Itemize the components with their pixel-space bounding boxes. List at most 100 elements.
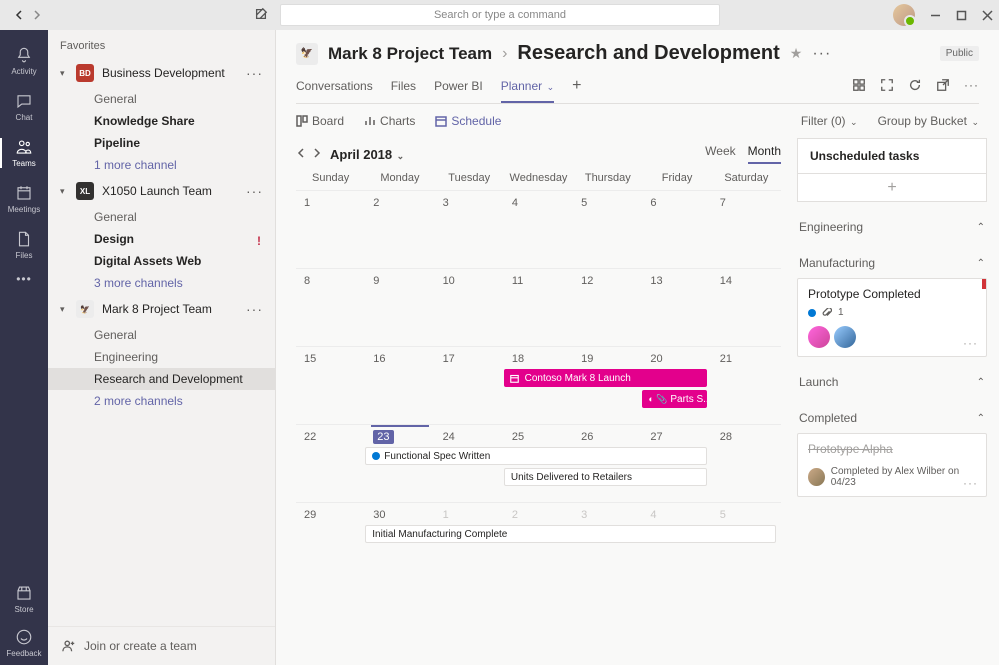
channel-item[interactable]: General xyxy=(48,206,275,228)
day-header: Saturday xyxy=(712,172,781,184)
cal-next-button[interactable] xyxy=(312,145,322,163)
team-row[interactable]: ▾ BD Business Development ··· xyxy=(48,58,275,88)
team-menu-button[interactable]: ··· xyxy=(246,69,263,77)
channel-item[interactable]: General xyxy=(48,88,275,110)
calendar-cell[interactable]: 29 xyxy=(296,503,365,580)
channel-item[interactable]: Pipeline xyxy=(48,132,275,154)
breadcrumb-team[interactable]: Mark 8 Project Team xyxy=(328,44,492,64)
attachment-count: 1 xyxy=(838,307,844,318)
unscheduled-header: Unscheduled tasks xyxy=(797,138,987,174)
rail-more-button[interactable]: ••• xyxy=(16,272,32,286)
add-tab-button[interactable]: + xyxy=(572,77,581,103)
channel-menu-button[interactable]: ··· xyxy=(812,45,831,63)
calendar-cell[interactable]: 10 xyxy=(435,269,504,346)
calendar-cell[interactable]: 15 xyxy=(296,347,365,424)
rail-teams[interactable]: Teams xyxy=(0,130,48,176)
expand-icon[interactable] xyxy=(880,78,894,95)
tab-files[interactable]: Files xyxy=(391,79,416,101)
calendar-cell[interactable]: 5 xyxy=(573,191,642,268)
event-bar[interactable]: Initial Manufacturing Complete xyxy=(365,525,776,543)
window-minimize-button[interactable] xyxy=(929,9,941,21)
channel-item[interactable]: Knowledge Share xyxy=(48,110,275,132)
cal-prev-button[interactable] xyxy=(296,145,306,163)
nav-back-button[interactable] xyxy=(12,8,26,22)
user-avatar[interactable] xyxy=(893,4,915,26)
view-board-button[interactable]: Board xyxy=(296,114,344,128)
compose-icon[interactable] xyxy=(254,7,268,26)
channel-item[interactable]: 1 more channel xyxy=(48,154,275,176)
team-menu-button[interactable]: ··· xyxy=(246,187,263,195)
nav-forward-button[interactable] xyxy=(30,8,44,22)
view-charts-button[interactable]: Charts xyxy=(364,114,415,128)
calendar-cell[interactable]: 22 xyxy=(296,425,365,502)
calendar-cell[interactable]: 13 xyxy=(642,269,711,346)
popout-icon[interactable] xyxy=(936,78,950,95)
calendar-cell[interactable]: 7 xyxy=(712,191,781,268)
favorite-star-icon[interactable]: ★ xyxy=(790,45,803,62)
channel-item[interactable]: Digital Assets Web xyxy=(48,250,275,272)
range-week-button[interactable]: Week xyxy=(705,144,735,164)
calendar-cell[interactable]: 4 xyxy=(504,191,573,268)
day-header: Sunday xyxy=(296,172,365,184)
calendar-cell[interactable]: 11 xyxy=(504,269,573,346)
calendar-cell[interactable]: 12 xyxy=(573,269,642,346)
cal-month-picker[interactable]: April 2018 ⌄ xyxy=(330,147,404,162)
search-input[interactable]: Search or type a command xyxy=(280,4,720,26)
calendar-cell[interactable]: 1 xyxy=(296,191,365,268)
window-maximize-button[interactable] xyxy=(955,9,967,21)
event-bar[interactable]: ◐ 📎 Parts S... xyxy=(642,390,706,408)
team-menu-button[interactable]: ··· xyxy=(246,305,263,313)
team-row[interactable]: ▾ XL X1050 Launch Team ··· xyxy=(48,176,275,206)
window-close-button[interactable] xyxy=(981,9,993,21)
tab-more-icon[interactable]: ··· xyxy=(964,78,979,95)
calendar-cell[interactable]: 8 xyxy=(296,269,365,346)
calendar-cell[interactable]: 9 xyxy=(365,269,434,346)
channel-item[interactable]: Research and Development xyxy=(48,368,275,390)
join-create-team-button[interactable]: Join or create a team xyxy=(48,626,275,665)
add-task-button[interactable]: + xyxy=(797,174,987,202)
assignee-avatar xyxy=(808,326,830,348)
calendar-cell[interactable]: 3 xyxy=(435,191,504,268)
range-month-button[interactable]: Month xyxy=(748,144,781,164)
rail-chat[interactable]: Chat xyxy=(0,84,48,130)
calendar-cell[interactable]: 14 xyxy=(712,269,781,346)
channel-item[interactable]: Engineering xyxy=(48,346,275,368)
bucket-launch[interactable]: Launch⌃ xyxy=(797,371,987,393)
rail-feedback[interactable]: Feedback xyxy=(0,621,48,665)
calendar-cell[interactable]: 17 xyxy=(435,347,504,424)
tab-settings-icon[interactable] xyxy=(852,78,866,95)
status-dot-icon xyxy=(808,309,816,317)
channel-item[interactable]: Design! xyxy=(48,228,275,250)
bucket-manufacturing[interactable]: Manufacturing⌃ xyxy=(797,252,987,274)
bucket-engineering[interactable]: Engineering⌃ xyxy=(797,216,987,238)
bucket-completed[interactable]: Completed⌃ xyxy=(797,407,987,429)
event-bar[interactable]: Units Delivered to Retailers xyxy=(504,468,707,486)
channel-item[interactable]: 2 more channels xyxy=(48,390,275,412)
card-menu-button[interactable]: ··· xyxy=(963,476,978,490)
rail-meetings[interactable]: Meetings xyxy=(0,176,48,222)
rail-files[interactable]: Files xyxy=(0,222,48,268)
event-bar[interactable]: Functional Spec Written xyxy=(365,447,707,465)
task-card-completed[interactable]: Prototype Alpha ··· Completed by Alex Wi… xyxy=(797,433,987,497)
groupby-dropdown[interactable]: Group by Bucket ⌄ xyxy=(878,114,979,128)
channel-item[interactable]: General xyxy=(48,324,275,346)
calendar-small-icon xyxy=(510,374,519,383)
calendar-cell[interactable]: 2 xyxy=(365,191,434,268)
channel-item[interactable]: 3 more channels xyxy=(48,272,275,294)
card-menu-button[interactable]: ··· xyxy=(963,336,978,350)
view-schedule-button[interactable]: Schedule xyxy=(435,114,501,128)
tab-conversations[interactable]: Conversations xyxy=(296,79,373,101)
tab-powerbi[interactable]: Power BI xyxy=(434,79,483,101)
task-card[interactable]: Prototype Completed 1 ··· xyxy=(797,278,987,357)
calendar-cell[interactable]: 28 xyxy=(712,425,781,502)
tab-planner[interactable]: Planner ⌄ xyxy=(501,79,554,103)
calendar-cell[interactable]: 21 xyxy=(712,347,781,424)
team-row[interactable]: ▾ 🦅 Mark 8 Project Team ··· xyxy=(48,294,275,324)
rail-activity[interactable]: Activity xyxy=(0,38,48,84)
rail-store[interactable]: Store xyxy=(0,577,48,621)
refresh-icon[interactable] xyxy=(908,78,922,95)
event-bar[interactable]: Contoso Mark 8 Launch xyxy=(504,369,707,387)
filter-dropdown[interactable]: Filter (0) ⌄ xyxy=(801,114,858,128)
calendar-cell[interactable]: 6 xyxy=(642,191,711,268)
calendar-cell[interactable]: 16 xyxy=(365,347,434,424)
